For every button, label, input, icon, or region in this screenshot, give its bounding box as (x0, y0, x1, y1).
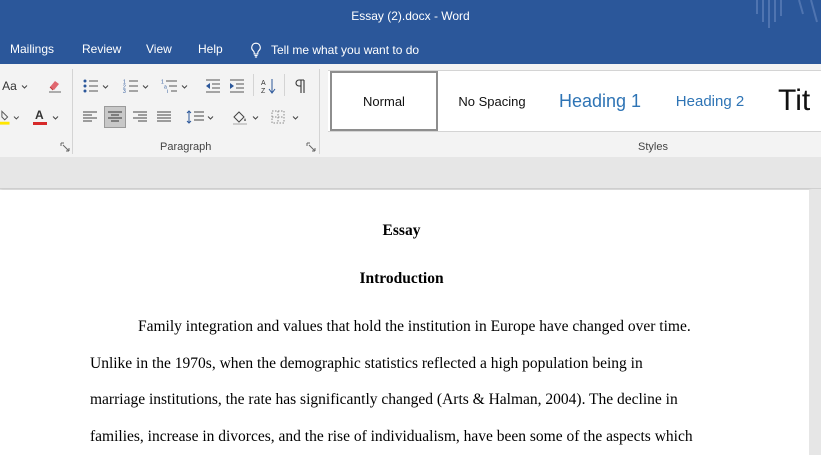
chevron-down-icon (207, 115, 214, 120)
decrease-indent-icon (206, 79, 220, 93)
tab-mailings[interactable]: Mailings (10, 42, 54, 56)
document-heading: Essay (382, 222, 421, 239)
highlighter-icon (0, 110, 10, 125)
highlight-button[interactable] (0, 106, 20, 128)
change-case-button[interactable]: Aa (0, 75, 30, 97)
align-left-icon (83, 111, 97, 122)
window-title: Essay (2).docx - Word (351, 9, 470, 23)
multilevel-list-button[interactable]: 1 a i (158, 75, 190, 97)
ribbon: Aa A 1 2 3 1 a i A Z Paragraph Normal No… (0, 64, 821, 158)
numbering-button[interactable]: 1 2 3 (120, 75, 152, 97)
body-line: marriage institutions, the rate has sign… (90, 391, 678, 408)
show-formatting-button[interactable] (289, 75, 311, 97)
borders-button[interactable] (268, 106, 302, 128)
vertical-scrollbar[interactable] (809, 190, 821, 455)
styles-gallery: Normal No Spacing Heading 1 Heading 2 Ti… (328, 70, 821, 132)
line-spacing-button[interactable] (184, 106, 216, 128)
group-separator (72, 69, 73, 154)
font-dialog-launcher-icon[interactable] (60, 142, 70, 152)
chevron-down-icon (252, 115, 259, 120)
title-bar: Essay (2).docx - Word (0, 0, 821, 34)
align-right-button[interactable] (130, 106, 150, 128)
change-case-label: Aa (2, 79, 17, 93)
style-heading-1-label: Heading 1 (558, 90, 642, 111)
style-no-spacing-label: No Spacing (458, 93, 526, 109)
increase-indent-button[interactable] (226, 75, 248, 97)
increase-indent-icon (230, 79, 244, 93)
numbering-icon: 1 2 3 (123, 80, 138, 93)
tool-separator (253, 74, 254, 96)
style-normal[interactable]: Normal (330, 71, 438, 131)
paragraph-group-label: Paragraph (160, 141, 212, 153)
style-heading-2[interactable]: Heading 2 (660, 71, 760, 131)
tab-view[interactable]: View (146, 42, 172, 56)
sort-button[interactable]: A Z (258, 75, 280, 97)
paragraph-dialog-launcher-icon[interactable] (306, 142, 316, 152)
svg-text:3: 3 (123, 89, 126, 93)
styles-group-label: Styles (638, 141, 668, 153)
chevron-down-icon (142, 84, 149, 89)
svg-text:i: i (167, 89, 168, 93)
justify-button[interactable] (154, 106, 174, 128)
align-center-icon (108, 111, 122, 122)
ribbon-tabs: Mailings Review View Help Tell me what y… (0, 34, 821, 64)
tab-review[interactable]: Review (82, 42, 121, 56)
style-no-spacing[interactable]: No Spacing (442, 71, 542, 131)
multilevel-list-icon: 1 a i (161, 80, 177, 93)
title-bar-decoration (756, 0, 818, 28)
line-spacing-icon (186, 110, 204, 124)
svg-text:A: A (261, 80, 266, 87)
chevron-down-icon (181, 84, 187, 89)
group-separator (319, 69, 320, 154)
svg-text:A: A (35, 108, 44, 122)
chevron-down-icon (292, 115, 299, 120)
shading-button[interactable] (228, 106, 262, 128)
document-page[interactable]: Essay Introduction Family integration an… (0, 190, 809, 455)
body-line: Family integration and values that hold … (138, 318, 691, 335)
align-center-button[interactable] (104, 106, 126, 128)
tell-me-box[interactable]: Tell me what you want to do (250, 40, 419, 60)
chevron-down-icon (13, 115, 20, 120)
align-right-icon (133, 111, 147, 122)
borders-icon (271, 110, 285, 124)
font-color-button[interactable]: A (28, 106, 62, 128)
svg-text:Z: Z (261, 88, 266, 94)
ruler-area (0, 157, 821, 189)
chevron-down-icon (52, 115, 58, 120)
paint-bucket-icon (233, 111, 247, 125)
tab-help[interactable]: Help (198, 42, 223, 56)
document-canvas: Essay Introduction Family integration an… (0, 157, 821, 455)
body-line: families, increase in divorces, and the … (90, 428, 693, 445)
document-subheading: Introduction (359, 270, 444, 287)
style-heading-2-label: Heading 2 (675, 92, 745, 110)
style-title-label: Tit (778, 84, 811, 117)
justify-icon (157, 111, 171, 122)
tool-separator (284, 74, 285, 96)
tell-me-label: Tell me what you want to do (271, 43, 420, 57)
align-left-button[interactable] (80, 106, 100, 128)
chevron-down-icon (102, 84, 109, 89)
style-normal-label: Normal (363, 93, 405, 109)
decrease-indent-button[interactable] (202, 75, 224, 97)
pilcrow-icon (295, 79, 305, 93)
lightbulb-icon (251, 42, 261, 58)
style-title[interactable]: Tit (778, 71, 821, 131)
chevron-down-icon (21, 84, 28, 89)
font-color-icon: A (32, 108, 47, 125)
clear-formatting-icon (49, 81, 61, 93)
style-heading-1[interactable]: Heading 1 (546, 71, 654, 131)
clear-formatting-button[interactable] (44, 75, 66, 97)
body-line: Unlike in the 1970s, when the demographi… (90, 355, 643, 372)
bullets-icon (83, 79, 98, 93)
bullets-button[interactable] (82, 75, 110, 97)
sort-icon: A Z (261, 79, 276, 94)
